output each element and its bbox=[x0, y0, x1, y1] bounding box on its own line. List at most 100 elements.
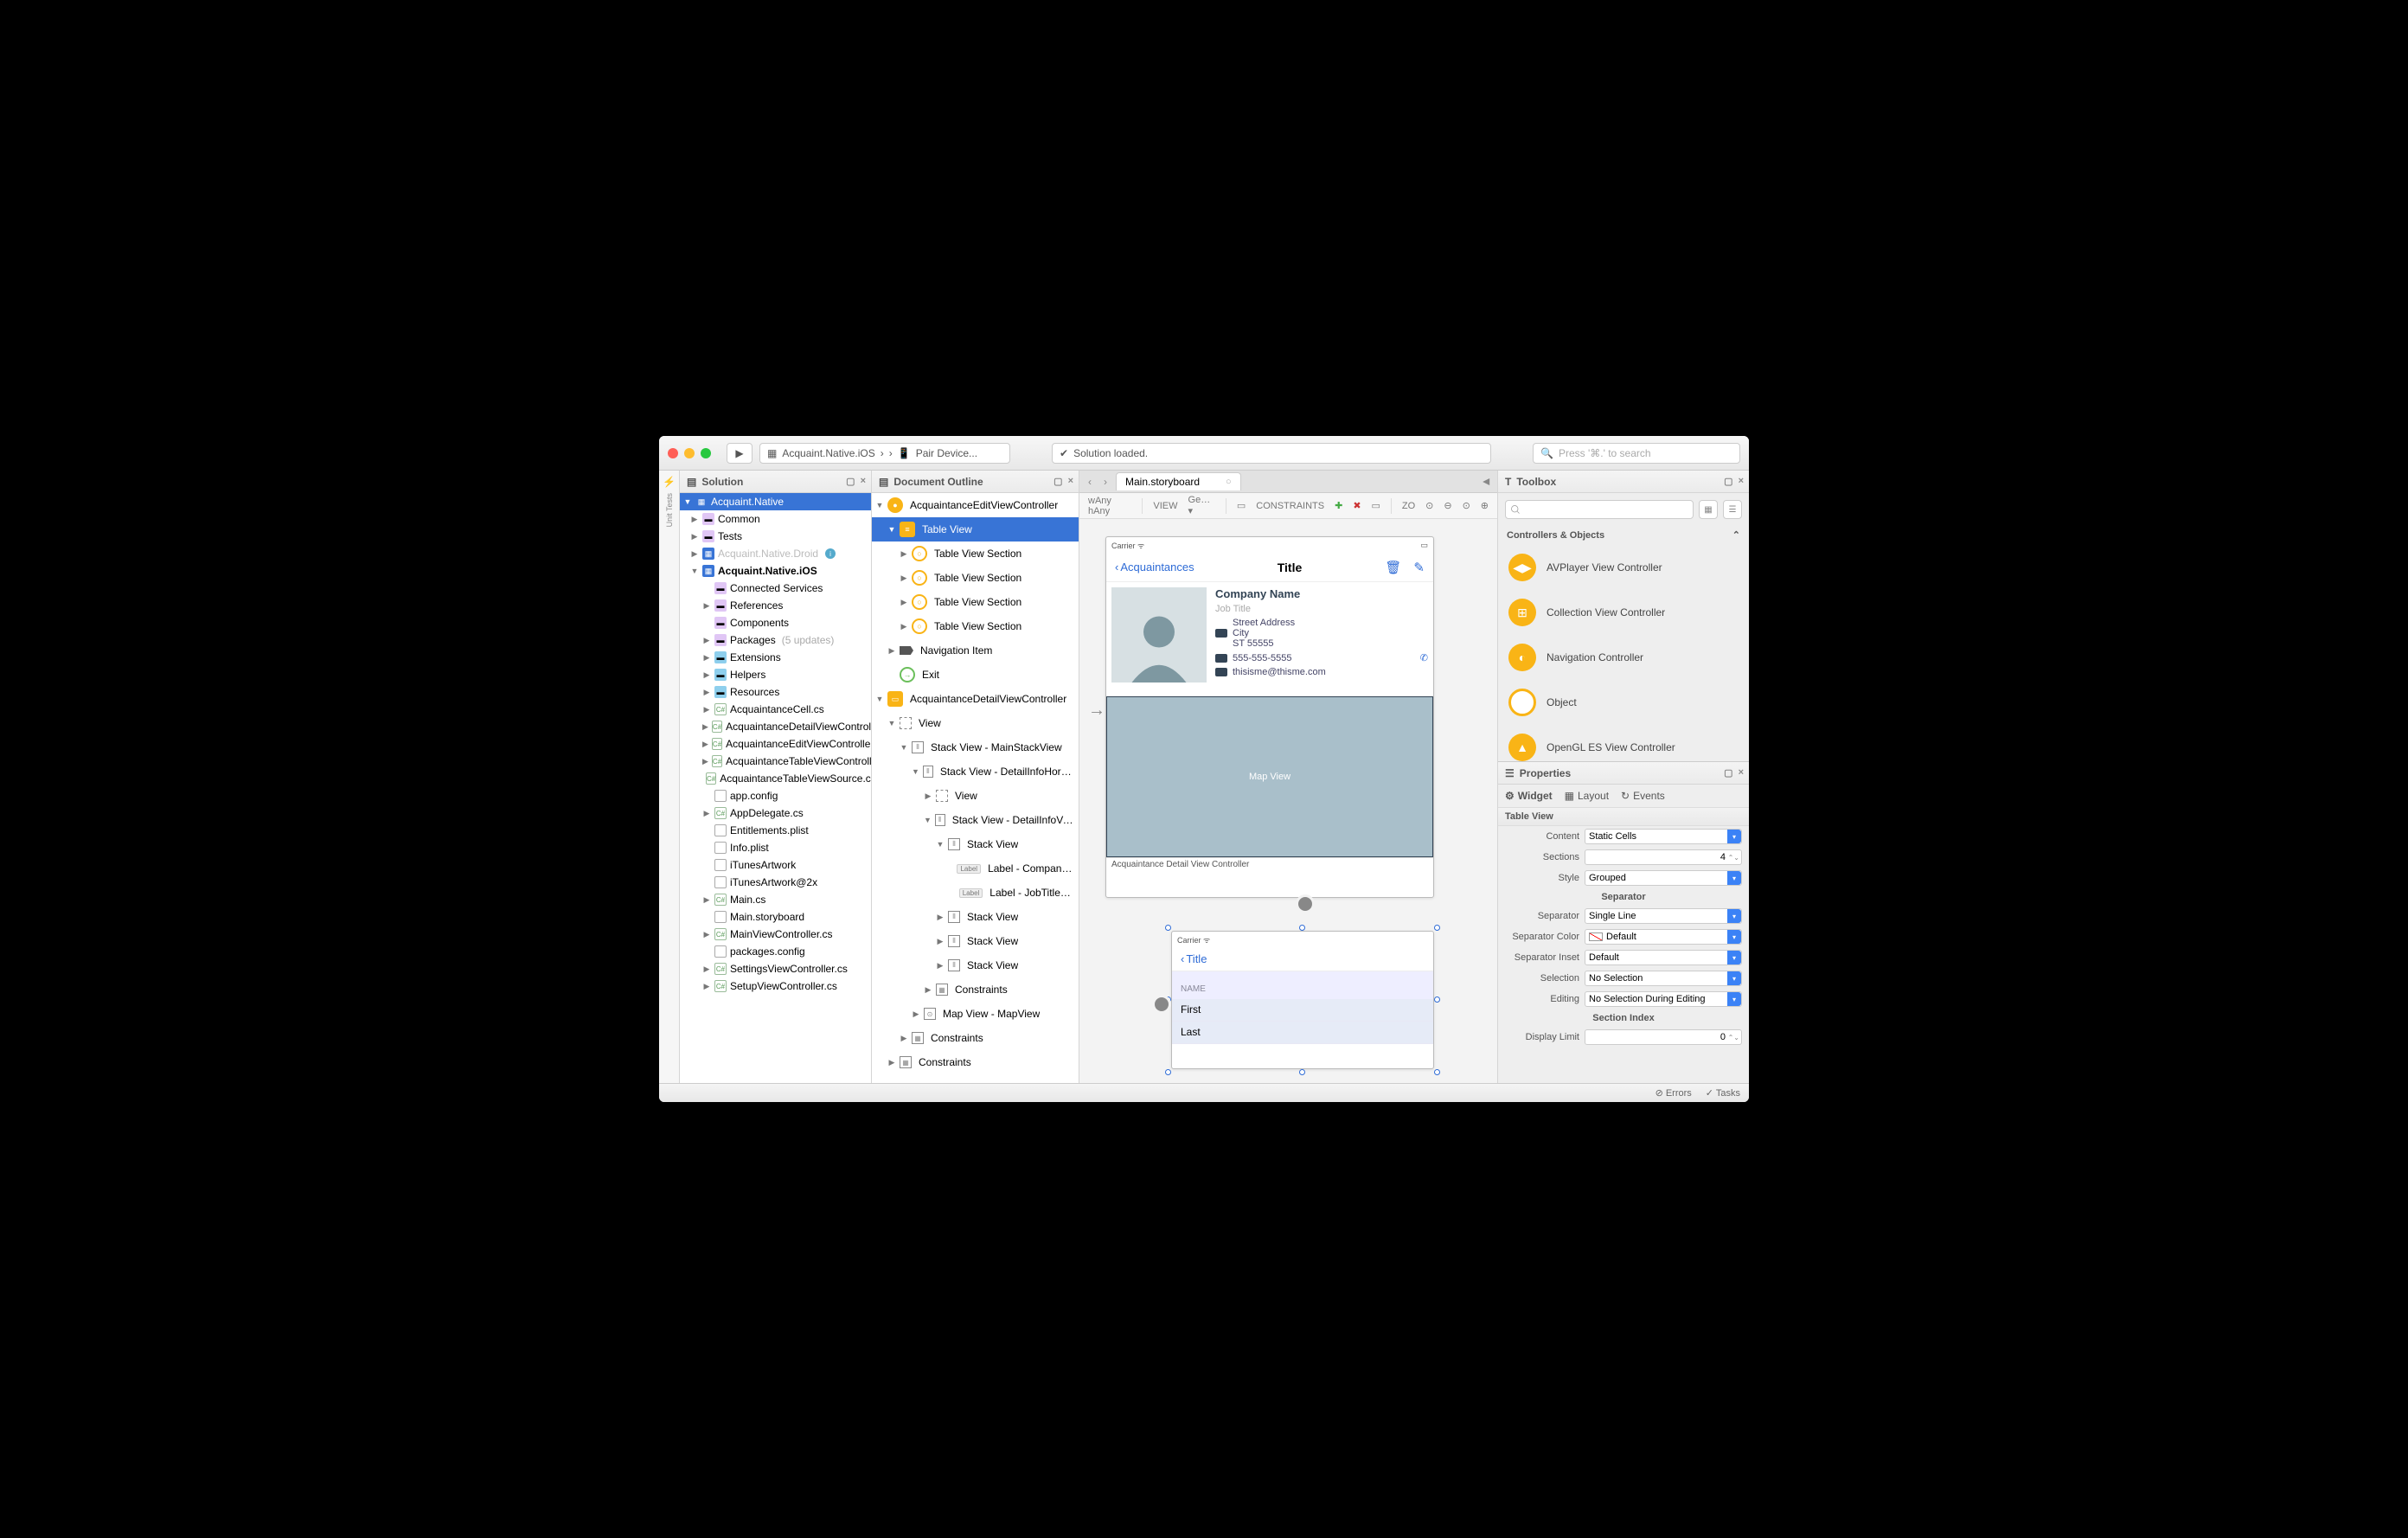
edit-icon[interactable]: ✎ bbox=[1413, 560, 1425, 575]
solution-item[interactable]: ▶▬References bbox=[680, 597, 871, 614]
toolbox-item[interactable]: ◀▶AVPlayer View Controller bbox=[1498, 545, 1749, 590]
toolbox-section[interactable]: Controllers & Objects ⌃ bbox=[1498, 526, 1749, 545]
solution-item[interactable]: ▶C#AppDelegate.cs bbox=[680, 804, 871, 822]
close-panel-icon[interactable]: × bbox=[861, 476, 866, 487]
toolbox-search-input[interactable] bbox=[1505, 500, 1694, 519]
frame-icon[interactable]: ▭ bbox=[1372, 500, 1380, 511]
outline-item[interactable]: ▼▭AcquaintanceDetailViewController bbox=[872, 687, 1079, 711]
trash-icon[interactable]: 🗑 bbox=[1385, 560, 1401, 575]
separator-color-select[interactable]: Default bbox=[1585, 929, 1742, 945]
tab-layout[interactable]: ▦ Layout bbox=[1565, 790, 1609, 802]
outline-item[interactable]: ▶▦Constraints bbox=[872, 1050, 1079, 1074]
zoom-default-icon[interactable]: ⊙ bbox=[1463, 500, 1470, 511]
outline-item[interactable]: ▼⦀Stack View - DetailInfoVertical… bbox=[872, 808, 1079, 832]
bolt-icon[interactable]: ⚡ bbox=[663, 476, 676, 488]
outline-item[interactable]: ▶Navigation Item bbox=[872, 638, 1079, 663]
solution-item[interactable]: ▶▬Helpers bbox=[680, 666, 871, 683]
canvas[interactable]: → Carrier ᯤ ▭ ‹ Acquaintances Title 🗑 ✎ bbox=[1079, 519, 1497, 1083]
solution-item[interactable]: Main.storyboard bbox=[680, 908, 871, 926]
solution-item[interactable]: ▶C#SettingsViewController.cs bbox=[680, 960, 871, 977]
grid-view-icon[interactable]: ▦ bbox=[1699, 500, 1718, 519]
minimize-icon[interactable] bbox=[684, 448, 695, 458]
toolbox-item[interactable]: ▲OpenGL ES View Controller bbox=[1498, 725, 1749, 761]
solution-item[interactable]: ▬Connected Services bbox=[680, 580, 871, 597]
outline-item[interactable]: ▶▦Constraints bbox=[872, 977, 1079, 1002]
toolbox-item[interactable]: ○Object bbox=[1498, 680, 1749, 725]
dock-icon[interactable]: ▢ bbox=[1724, 476, 1732, 487]
selection-select[interactable]: No Selection bbox=[1585, 971, 1742, 986]
dock-icon[interactable]: ▢ bbox=[846, 476, 855, 487]
sections-input[interactable]: 4 bbox=[1585, 849, 1742, 865]
solution-item[interactable]: iTunesArtwork bbox=[680, 856, 871, 874]
solution-item[interactable]: ▶C#AcquaintanceDetailViewController.cs bbox=[680, 718, 871, 735]
close-panel-icon[interactable]: × bbox=[1739, 767, 1744, 779]
outline-item[interactable]: ▶⦀Stack View bbox=[872, 953, 1079, 977]
run-button[interactable]: ▶ bbox=[727, 443, 752, 464]
add-constraint-icon[interactable]: ✚ bbox=[1335, 500, 1342, 511]
separator-select[interactable]: Single Line bbox=[1585, 908, 1742, 924]
last-name-cell[interactable]: Last bbox=[1172, 1022, 1433, 1044]
content-select[interactable]: Static Cells bbox=[1585, 829, 1742, 844]
target-breadcrumb[interactable]: ▦ Acquaint.Native.iOS ›› 📱 Pair Device..… bbox=[759, 443, 1010, 464]
solution-item[interactable]: C#AcquaintanceTableViewSource.cs bbox=[680, 770, 871, 787]
segue-knob[interactable] bbox=[1296, 894, 1315, 913]
close-panel-icon[interactable]: × bbox=[1739, 476, 1744, 487]
solution-item[interactable]: Info.plist bbox=[680, 839, 871, 856]
solution-item[interactable]: ▶▬Packages(5 updates) bbox=[680, 631, 871, 649]
outline-item[interactable]: ▶○Table View Section bbox=[872, 590, 1079, 614]
view-selector[interactable]: Ge… ▾ bbox=[1188, 495, 1215, 516]
outline-item[interactable]: ▼⦀Stack View bbox=[872, 832, 1079, 856]
outline-item[interactable]: LabelLabel - JobTitleLabel bbox=[872, 881, 1079, 905]
solution-root[interactable]: ▼▦Acquaint.Native bbox=[680, 493, 871, 510]
outline-item[interactable]: ▼≡Table View bbox=[872, 517, 1079, 542]
outline-item[interactable]: ▼View bbox=[872, 711, 1079, 735]
unit-tests-tab[interactable]: Unit Tests bbox=[665, 493, 674, 527]
tasks-button[interactable]: ✓ Tasks bbox=[1706, 1087, 1740, 1099]
outline-item[interactable]: ▼●AcquaintanceEditViewController bbox=[872, 493, 1079, 517]
toolbox-item[interactable]: ◐Navigation Controller bbox=[1498, 635, 1749, 680]
solution-item[interactable]: ▬Components bbox=[680, 614, 871, 631]
solution-item[interactable]: packages.config bbox=[680, 943, 871, 960]
dock-icon[interactable]: ▢ bbox=[1054, 476, 1062, 487]
solution-item[interactable]: ▶C#AcquaintanceTableViewController.cs bbox=[680, 753, 871, 770]
solution-item[interactable]: ▼▦Acquaint.Native.iOS bbox=[680, 562, 871, 580]
solution-item[interactable]: iTunesArtwork@2x bbox=[680, 874, 871, 891]
back-button[interactable]: ‹ Acquaintances bbox=[1115, 561, 1194, 574]
solution-item[interactable]: ▶▬Common bbox=[680, 510, 871, 528]
outline-item[interactable]: ▼⦀Stack View - MainStackView bbox=[872, 735, 1079, 759]
solution-item[interactable]: ▶▬Tests bbox=[680, 528, 871, 545]
outline-item[interactable]: ▶⦀Stack View bbox=[872, 905, 1079, 929]
tab-storyboard[interactable]: Main.storyboard ○ bbox=[1116, 472, 1241, 490]
tab-close-icon[interactable]: ○ bbox=[1226, 477, 1232, 487]
phone-icon[interactable]: ✆ bbox=[1420, 652, 1428, 663]
nav-forward-icon[interactable]: › bbox=[1100, 476, 1111, 488]
first-name-cell[interactable]: First bbox=[1172, 999, 1433, 1022]
outline-item[interactable]: ▶○Table View Section bbox=[872, 542, 1079, 566]
outline-item[interactable]: ▶○Table View Section bbox=[872, 614, 1079, 638]
back-button[interactable]: ‹ Title bbox=[1181, 952, 1207, 965]
solution-item[interactable]: ▶▬Resources bbox=[680, 683, 871, 701]
zoom-in-icon[interactable]: ⊕ bbox=[1481, 500, 1489, 511]
outline-item[interactable]: ▶▦Constraints bbox=[872, 1026, 1079, 1050]
dock-icon[interactable]: ▢ bbox=[1724, 767, 1732, 779]
zoom-fit-icon[interactable]: ⊙ bbox=[1425, 500, 1433, 511]
outline-item[interactable]: →Exit bbox=[872, 663, 1079, 687]
toolbox-item[interactable]: ⊞Collection View Controller bbox=[1498, 590, 1749, 635]
solution-item[interactable]: ▶C#AcquaintanceEditViewController.cs bbox=[680, 735, 871, 753]
solution-item[interactable]: ▶C#SetupViewController.cs bbox=[680, 977, 871, 995]
solution-item[interactable]: ▶C#AcquaintanceCell.cs bbox=[680, 701, 871, 718]
pin-icon[interactable]: ▾ bbox=[1478, 477, 1495, 484]
solution-item[interactable]: ▶▦Acquaint.Native.Droidi bbox=[680, 545, 871, 562]
solution-tree[interactable]: ▼▦Acquaint.Native▶▬Common▶▬Tests▶▦Acquai… bbox=[680, 493, 871, 1083]
close-icon[interactable] bbox=[668, 448, 678, 458]
segue-knob[interactable] bbox=[1152, 995, 1171, 1014]
errors-button[interactable]: ⊘ Errors bbox=[1656, 1087, 1692, 1099]
solution-item[interactable]: ▶C#Main.cs bbox=[680, 891, 871, 908]
remove-constraint-icon[interactable]: ✖ bbox=[1353, 500, 1361, 511]
outline-item[interactable]: ▶○Table View Section bbox=[872, 566, 1079, 590]
solution-item[interactable]: ▶C#MainViewController.cs bbox=[680, 926, 871, 943]
zoom-out-icon[interactable]: ⊖ bbox=[1444, 500, 1451, 511]
frame-mode-icon[interactable]: ▭ bbox=[1237, 500, 1246, 511]
display-limit-input[interactable]: 0 bbox=[1585, 1029, 1742, 1045]
edit-view-controller[interactable]: Carrier ᯤ ‹ Title NAME First Last bbox=[1171, 931, 1434, 1069]
